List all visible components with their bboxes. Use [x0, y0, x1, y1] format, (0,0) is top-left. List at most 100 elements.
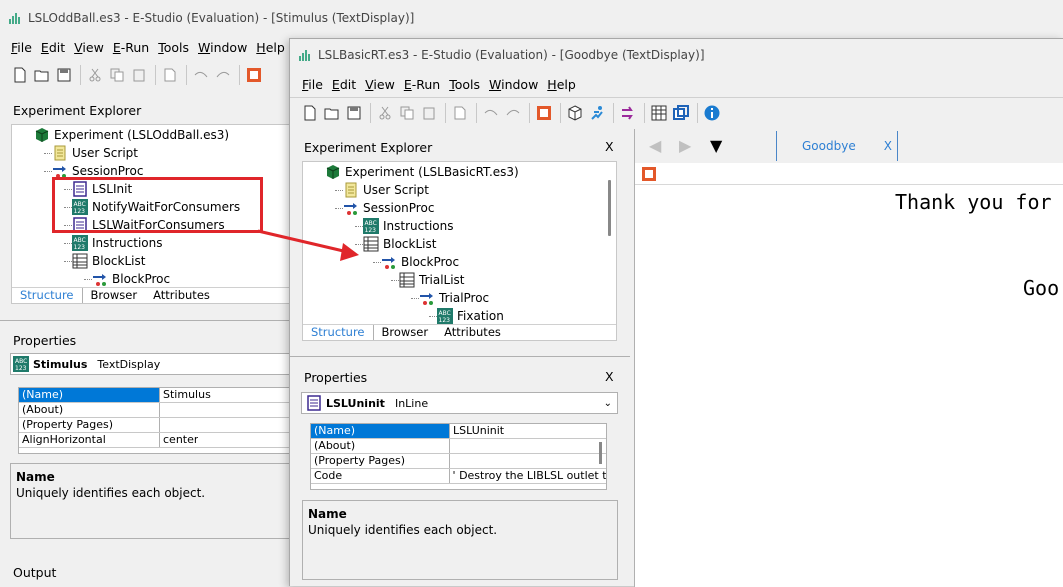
- tree-scrollbar[interactable]: [608, 180, 611, 236]
- tab-structure[interactable]: Structure: [12, 288, 83, 303]
- save-icon[interactable]: [344, 103, 364, 123]
- copy-icon[interactable]: [107, 65, 127, 85]
- back-explorer-title: Experiment Explorer: [13, 103, 142, 118]
- tab-goodbye[interactable]: Goodbye X: [776, 131, 898, 161]
- generate-icon[interactable]: [244, 65, 264, 85]
- property-value[interactable]: [450, 454, 453, 468]
- toolbar-divider: [186, 65, 187, 85]
- back-arrow-icon[interactable]: ◀: [649, 136, 661, 155]
- tree-item[interactable]: Experiment (LSLBasicRT.es3): [325, 163, 519, 181]
- menu-erun[interactable]: E-Run: [404, 77, 440, 92]
- tree-item[interactable]: ABC 123 Fixation: [437, 307, 504, 325]
- save-icon[interactable]: [54, 65, 74, 85]
- menu-edit[interactable]: Edit: [332, 77, 356, 92]
- property-value[interactable]: Stimulus: [160, 388, 211, 402]
- tree-item[interactable]: SessionProc: [343, 199, 434, 217]
- menu-file[interactable]: File: [11, 40, 32, 55]
- cut-icon[interactable]: [85, 65, 105, 85]
- menu-file[interactable]: File: [302, 77, 323, 92]
- tab-browser[interactable]: Browser: [83, 288, 146, 303]
- new-icon[interactable]: [10, 65, 30, 85]
- paste-icon[interactable]: [419, 103, 439, 123]
- properties-close-button[interactable]: X: [605, 369, 614, 384]
- paste-icon[interactable]: [129, 65, 149, 85]
- property-value[interactable]: [450, 439, 453, 453]
- cube-icon[interactable]: [565, 103, 585, 123]
- textdisplay-canvas[interactable]: Thank you for Goo: [635, 185, 1063, 587]
- redo-icon[interactable]: [503, 103, 523, 123]
- property-row[interactable]: Code ' Destroy the LIBLSL outlet t: [311, 469, 606, 484]
- front-object-selector[interactable]: LSLUninit InLine ⌄: [301, 392, 618, 414]
- copy-icon[interactable]: [397, 103, 417, 123]
- undo-icon[interactable]: [191, 65, 211, 85]
- tree-item-label: Instructions: [383, 219, 454, 233]
- svg-text:ABC: ABC: [15, 358, 27, 365]
- menu-help[interactable]: Help: [256, 40, 285, 55]
- open-icon[interactable]: [32, 65, 52, 85]
- explorer-close-button[interactable]: X: [605, 139, 614, 154]
- tree-item[interactable]: TrialProc: [419, 289, 489, 307]
- property-value[interactable]: ' Destroy the LIBLSL outlet t: [450, 469, 606, 483]
- tab-structure[interactable]: Structure: [303, 325, 374, 340]
- property-row[interactable]: (Property Pages): [311, 454, 606, 469]
- props-scrollbar[interactable]: [599, 442, 602, 464]
- property-row[interactable]: (About): [19, 403, 290, 418]
- tab-browser[interactable]: Browser: [374, 325, 437, 340]
- run-icon[interactable]: [587, 103, 607, 123]
- property-value[interactable]: [160, 403, 163, 417]
- procedure-tool-icon[interactable]: [618, 103, 638, 123]
- menu-view[interactable]: View: [365, 77, 395, 92]
- new-icon[interactable]: [300, 103, 320, 123]
- chevron-down-icon[interactable]: ⌄: [604, 398, 612, 409]
- window-icon[interactable]: [671, 103, 691, 123]
- property-row[interactable]: (Name) Stimulus: [19, 388, 290, 403]
- redo-icon[interactable]: [213, 65, 233, 85]
- tree-item-label: BlockProc: [112, 272, 171, 286]
- tree-connector: [64, 243, 72, 244]
- property-value[interactable]: center: [160, 433, 198, 447]
- menu-window[interactable]: Window: [198, 40, 247, 55]
- tab-attributes[interactable]: Attributes: [436, 325, 509, 340]
- tree-item[interactable]: BlockList: [72, 252, 145, 270]
- tree-item[interactable]: BlockProc: [381, 253, 459, 271]
- menu-edit[interactable]: Edit: [41, 40, 65, 55]
- generate-icon[interactable]: [534, 103, 554, 123]
- property-row[interactable]: (About): [311, 439, 606, 454]
- tree-item[interactable]: User Script: [52, 144, 138, 162]
- menu-help[interactable]: Help: [547, 77, 576, 92]
- menu-view[interactable]: View: [74, 40, 104, 55]
- property-name: Code: [311, 469, 450, 483]
- cut-icon[interactable]: [375, 103, 395, 123]
- properties-icon[interactable]: [641, 166, 657, 182]
- forward-arrow-icon[interactable]: ▶: [679, 136, 691, 155]
- back-properties-grid[interactable]: (Name) Stimulus (About) (Property Pages) Ali…: [18, 387, 290, 454]
- tree-item[interactable]: TrialList: [399, 271, 465, 289]
- property-value[interactable]: LSLUninit: [450, 424, 504, 438]
- tree-item[interactable]: Experiment (LSLOddBall.es3): [34, 126, 229, 144]
- open-icon[interactable]: [322, 103, 342, 123]
- tab-attributes[interactable]: Attributes: [145, 288, 218, 303]
- dropdown-arrow-icon[interactable]: ▼: [710, 136, 722, 155]
- delete-icon[interactable]: [450, 103, 470, 123]
- tree-item[interactable]: ABC 123 Instructions: [363, 217, 453, 235]
- property-row[interactable]: (Property Pages): [19, 418, 290, 433]
- front-properties-grid[interactable]: (Name) LSLUninit (About) (Property Pages) Co…: [310, 423, 607, 490]
- tab-close-button[interactable]: X: [884, 139, 892, 153]
- tree-item[interactable]: ABC 123 Instructions: [72, 234, 162, 252]
- divider: [290, 356, 630, 357]
- menu-tools[interactable]: Tools: [158, 40, 189, 55]
- property-row[interactable]: (Name) LSLUninit: [311, 424, 606, 439]
- property-value[interactable]: [160, 418, 163, 432]
- undo-icon[interactable]: [481, 103, 501, 123]
- back-object-selector[interactable]: ABC 123 Stimulus TextDisplay: [10, 353, 290, 375]
- grid-icon[interactable]: [649, 103, 669, 123]
- menu-window[interactable]: Window: [489, 77, 538, 92]
- tree-item[interactable]: BlockProc: [92, 270, 170, 288]
- toolbar-divider: [370, 103, 371, 123]
- menu-erun[interactable]: E-Run: [113, 40, 149, 55]
- property-row[interactable]: AlignHorizontal center: [19, 433, 290, 448]
- info-icon[interactable]: [702, 103, 722, 123]
- delete-icon[interactable]: [160, 65, 180, 85]
- menu-tools[interactable]: Tools: [449, 77, 480, 92]
- tree-item[interactable]: User Script: [343, 181, 429, 199]
